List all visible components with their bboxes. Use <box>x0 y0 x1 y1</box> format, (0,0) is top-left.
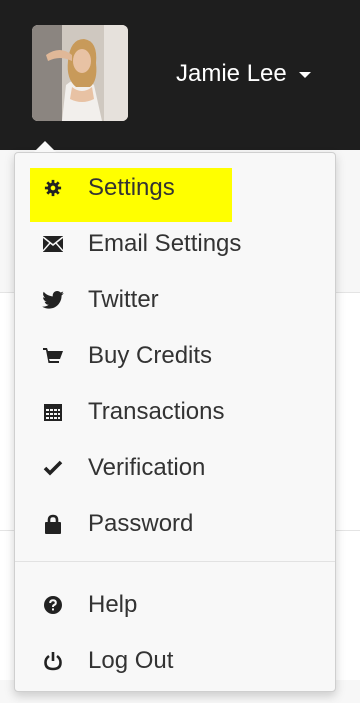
menu-item-label: Email Settings <box>88 230 242 257</box>
menu-item-buy-credits[interactable]: Buy Credits <box>14 328 336 384</box>
user-name: Jamie Lee <box>176 60 287 87</box>
menu-item-verification[interactable]: Verification <box>14 440 336 496</box>
menu-item-label: Help <box>88 591 138 618</box>
menu-item-transactions[interactable]: Transactions <box>14 384 336 440</box>
power-icon <box>42 650 64 672</box>
menu-item-twitter[interactable]: Twitter <box>14 272 336 328</box>
menu-item-label: Buy Credits <box>88 342 213 369</box>
menu-item-label: Verification <box>88 454 206 481</box>
avatar-image <box>32 25 128 121</box>
menu-divider <box>15 561 335 562</box>
shopping-cart-icon <box>42 345 64 367</box>
menu-item-label: Password <box>88 510 194 537</box>
menu-item-email-settings[interactable]: Email Settings <box>14 216 336 272</box>
question-circle-icon <box>42 594 64 616</box>
avatar[interactable] <box>32 25 128 121</box>
menu-item-log-out[interactable]: Log Out <box>14 633 336 689</box>
menu-item-label: Log Out <box>88 647 174 674</box>
check-icon <box>42 457 64 479</box>
menu-item-help[interactable]: Help <box>14 577 336 633</box>
menu-item-password[interactable]: Password <box>14 496 336 552</box>
top-navbar: Jamie Lee <box>0 0 360 150</box>
menu-item-label: Transactions <box>88 398 225 425</box>
gear-icon <box>42 177 64 199</box>
user-menu-toggle[interactable]: Jamie Lee <box>176 56 311 92</box>
page: Jamie Lee Settings Email Settings Twitte… <box>0 0 360 703</box>
twitter-bird-icon <box>42 289 64 311</box>
caret-down-icon <box>298 72 311 78</box>
menu-item-label: Settings <box>88 174 175 201</box>
menu-item-label: Twitter <box>88 286 159 313</box>
dropdown-arrow <box>34 141 56 152</box>
calendar-icon <box>42 401 64 423</box>
envelope-icon <box>42 233 64 255</box>
menu-item-settings[interactable]: Settings <box>14 160 336 216</box>
lock-icon <box>42 513 64 535</box>
